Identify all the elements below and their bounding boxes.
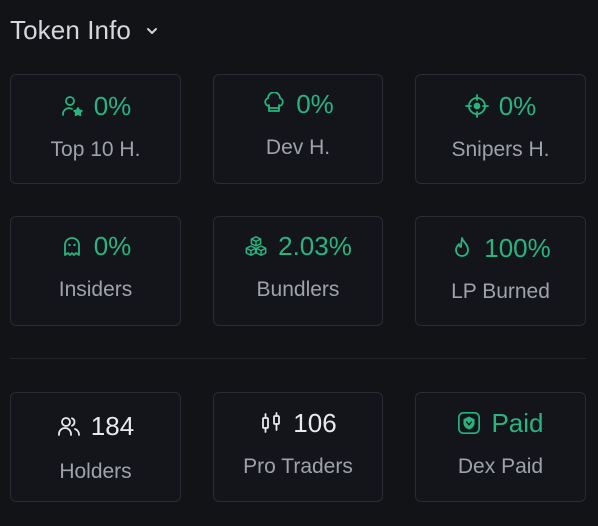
stat-card-pro-traders[interactable]: 106 Pro Traders bbox=[213, 392, 383, 502]
stat-label: Snipers H. bbox=[451, 138, 550, 161]
stat-label: Insiders bbox=[58, 278, 133, 301]
section-divider bbox=[10, 358, 586, 359]
stat-card-top10-holders[interactable]: 0% Top 10 H. bbox=[10, 74, 181, 184]
stat-value: 0% bbox=[93, 231, 132, 261]
stat-value: 0% bbox=[498, 91, 537, 121]
stat-label: Top 10 H. bbox=[50, 138, 141, 161]
stat-label: Dex Paid bbox=[457, 455, 544, 478]
stat-card-holders[interactable]: 184 Holders bbox=[10, 392, 181, 502]
candlestick-icon bbox=[259, 411, 283, 435]
stat-card-snipers-holdings[interactable]: 0% Snipers H. bbox=[415, 74, 586, 184]
stat-value: 184 bbox=[90, 411, 135, 441]
chevron-down-icon[interactable] bbox=[145, 24, 159, 38]
stat-label: Bundlers bbox=[256, 278, 340, 301]
crosshair-icon bbox=[464, 94, 489, 118]
stat-label: Holders bbox=[59, 460, 132, 483]
user-star-icon bbox=[60, 94, 84, 118]
ghost-icon bbox=[60, 234, 84, 258]
stat-label: Pro Traders bbox=[243, 455, 353, 478]
section-title: Token Info bbox=[10, 14, 131, 45]
users-icon bbox=[57, 414, 81, 438]
stat-card-insiders[interactable]: 0% Insiders bbox=[10, 216, 181, 326]
stat-card-dex-paid[interactable]: Paid Dex Paid bbox=[415, 392, 586, 502]
chef-hat-icon bbox=[262, 92, 286, 116]
dex-shield-icon bbox=[457, 411, 481, 435]
stat-value: 2.03% bbox=[278, 231, 352, 261]
boxes-icon bbox=[244, 234, 268, 258]
stat-value: 0% bbox=[93, 91, 132, 121]
flame-icon bbox=[450, 236, 474, 260]
stat-card-bundlers[interactable]: 2.03% Bundlers bbox=[213, 216, 383, 326]
stat-value: 106 bbox=[293, 408, 337, 438]
stat-value: 0% bbox=[296, 89, 334, 119]
token-info-header[interactable]: Token Info bbox=[10, 12, 159, 48]
stat-label: LP Burned bbox=[451, 280, 550, 303]
stat-value: 100% bbox=[484, 233, 551, 263]
stat-card-lp-burned[interactable]: 100% LP Burned bbox=[415, 216, 586, 326]
stat-label: Dev H. bbox=[265, 136, 331, 159]
stat-card-dev-holdings[interactable]: 0% Dev H. bbox=[213, 74, 383, 184]
stat-value: Paid bbox=[491, 408, 544, 438]
